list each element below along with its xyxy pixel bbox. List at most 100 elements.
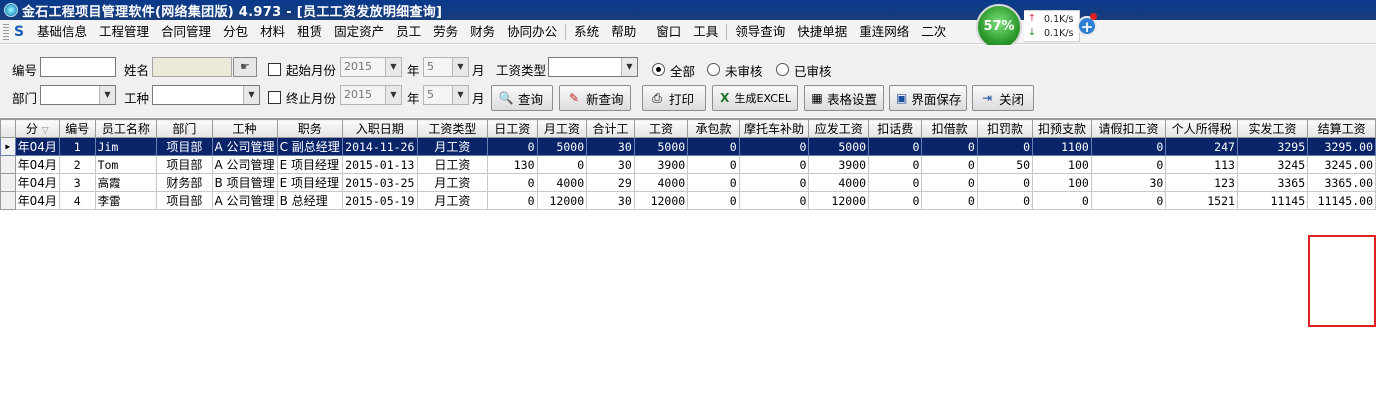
start-month-checkbox[interactable] (268, 63, 281, 76)
table-cell[interactable]: 0 (868, 137, 923, 156)
col-header[interactable]: 实发工资 (1236, 119, 1309, 138)
col-header[interactable]: 合计工 (586, 119, 635, 138)
menu-materials[interactable]: 材料 (254, 20, 291, 44)
table-cell[interactable]: 3900 (633, 155, 689, 174)
row-indicator[interactable] (0, 155, 16, 174)
table-cell[interactable]: 项目部 (156, 191, 213, 210)
menu-subcontract[interactable]: 分包 (217, 20, 254, 44)
table-cell[interactable]: 0 (868, 191, 923, 210)
table-cell[interactable]: 3365 (1236, 173, 1309, 192)
col-header[interactable]: 扣预支款 (1032, 119, 1092, 138)
table-cell[interactable]: Tom (94, 155, 158, 174)
col-header[interactable]: 结算工资 (1307, 119, 1376, 138)
col-header[interactable]: 扣罚款 (976, 119, 1034, 138)
table-cell[interactable]: 2 (58, 155, 96, 174)
table-cell[interactable]: 0 (921, 137, 978, 156)
table-cell[interactable]: 月工资 (416, 137, 488, 156)
table-cell[interactable]: 2015-03-25 (341, 173, 418, 192)
col-header[interactable]: 工种 (211, 119, 278, 138)
radio-unaudited[interactable] (707, 63, 720, 76)
table-cell[interactable]: 0 (738, 155, 810, 174)
table-cell[interactable]: 0 (486, 173, 538, 192)
table-cell[interactable]: 财务部 (156, 173, 213, 192)
menu-help[interactable]: 帮助 (605, 20, 642, 44)
menu-system[interactable]: 系统 (568, 20, 605, 44)
table-cell[interactable]: 0 (921, 191, 978, 210)
table-cell[interactable]: 1 (58, 137, 96, 156)
table-cell[interactable]: C 副总经理 (276, 137, 343, 156)
table-cell[interactable]: 30 (586, 155, 635, 174)
table-cell[interactable]: 5000 (633, 137, 689, 156)
row-indicator[interactable] (0, 191, 16, 210)
table-cell[interactable]: 0 (976, 137, 1034, 156)
code-input[interactable] (40, 57, 116, 77)
radio-audited[interactable] (776, 63, 789, 76)
table-cell[interactable]: 5000 (808, 137, 870, 156)
col-header[interactable]: 职务 (276, 119, 343, 138)
start-year-select[interactable]: 2015 ▼ (340, 57, 402, 77)
table-cell[interactable]: 3245 (1236, 155, 1309, 174)
table-cell[interactable]: 0 (1032, 191, 1092, 210)
col-header[interactable]: 编号 (58, 119, 96, 138)
new-query-button[interactable]: ✎ 新查询 (559, 85, 631, 111)
table-cell[interactable]: 4 (58, 191, 96, 210)
table-cell[interactable]: 4000 (536, 173, 588, 192)
table-cell[interactable]: 月工资 (416, 191, 488, 210)
col-header[interactable]: 工资 (633, 119, 689, 138)
table-cell[interactable]: 高霞 (94, 173, 158, 192)
table-cell[interactable]: B 项目管理 (211, 173, 278, 192)
table-cell[interactable]: 3900 (808, 155, 870, 174)
col-header[interactable]: 应发工资 (808, 119, 870, 138)
col-header[interactable]: 工资类型 (416, 119, 488, 138)
table-cell[interactable]: 李雷 (94, 191, 158, 210)
table-cell[interactable]: 0 (868, 155, 923, 174)
table-cell[interactable]: 2015-05-19 (341, 191, 418, 210)
table-cell[interactable]: 月工资 (416, 173, 488, 192)
menu-window[interactable]: 窗口 (642, 20, 687, 44)
col-header[interactable]: 承包款 (687, 119, 740, 138)
col-header[interactable]: 扣话费 (868, 119, 923, 138)
table-cell[interactable]: 123 (1165, 173, 1238, 192)
query-button[interactable]: 🔍 查询 (491, 85, 553, 111)
table-cell[interactable]: 1100 (1032, 137, 1092, 156)
table-cell[interactable]: 年04月 (14, 173, 60, 192)
menu-lease[interactable]: 租赁 (291, 20, 328, 44)
table-cell[interactable]: 0 (536, 155, 588, 174)
table-row[interactable]: 年04月 3 高霞 财务部 B 项目管理 E 项目经理 2015-03-25 月工资 0 4000… (0, 173, 1376, 192)
pick-employee-button[interactable]: ☛ (233, 57, 257, 77)
table-cell[interactable]: 0 (687, 155, 740, 174)
table-cell[interactable]: 项目部 (156, 155, 213, 174)
toolbar-grip[interactable] (3, 23, 9, 40)
table-cell[interactable]: 0 (921, 173, 978, 192)
table-cell[interactable]: 2014-11-26 (341, 137, 418, 156)
menu-contract-mgmt[interactable]: 合同管理 (155, 20, 217, 44)
table-row[interactable]: 年04月 4 李雷 项目部 A 公司管理 B 总经理 2015-05-19 月工资 0 12000… (0, 191, 1376, 210)
table-cell[interactable]: 0 (1090, 191, 1167, 210)
table-cell[interactable]: 0 (687, 173, 740, 192)
menu-finance[interactable]: 财务 (464, 20, 501, 44)
table-cell[interactable]: 30 (586, 191, 635, 210)
salary-type-select[interactable]: ▼ (548, 57, 638, 77)
table-cell[interactable]: 0 (1090, 155, 1167, 174)
table-cell[interactable]: 12000 (808, 191, 870, 210)
table-cell[interactable]: 11145 (1236, 191, 1309, 210)
table-cell[interactable]: 30 (1090, 173, 1167, 192)
table-cell[interactable]: B 总经理 (276, 191, 343, 210)
end-year-select[interactable]: 2015 ▼ (340, 85, 402, 105)
menu-logo-icon[interactable]: S (11, 24, 27, 40)
table-cell[interactable]: 3245.00 (1307, 155, 1376, 174)
col-header[interactable]: 请假扣工资 (1090, 119, 1167, 138)
menu-employees[interactable]: 员工 (390, 20, 427, 44)
col-header[interactable]: 部门 (156, 119, 213, 138)
table-cell[interactable]: E 项目经理 (276, 155, 343, 174)
col-header[interactable]: 入职日期 (341, 119, 418, 138)
table-cell[interactable]: 0 (868, 173, 923, 192)
table-row[interactable]: ▶ 年04月 1 Jim 项目部 A 公司管理 C 副总经理 2014-11-26 月工资 0 50… (0, 137, 1376, 156)
menu-leader-query[interactable]: 领导查询 (729, 20, 791, 44)
table-cell[interactable]: 年04月 (14, 155, 60, 174)
print-button[interactable]: ⎙ 打印 (642, 85, 706, 111)
table-cell[interactable]: 1521 (1165, 191, 1238, 210)
current-row-arrow-icon[interactable]: ▶ (0, 137, 16, 156)
col-header[interactable]: 分 ▽ (14, 119, 60, 138)
table-cell[interactable]: A 公司管理 (211, 155, 278, 174)
